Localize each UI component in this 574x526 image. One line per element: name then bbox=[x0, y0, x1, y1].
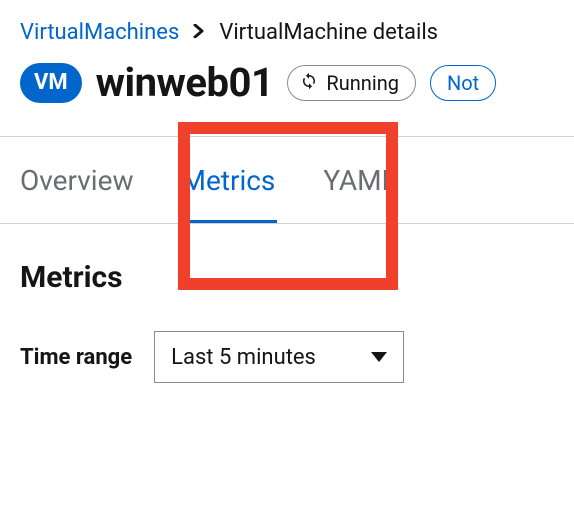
time-range-dropdown[interactable]: Last 5 minutes bbox=[154, 331, 404, 383]
status-text: Running bbox=[326, 71, 399, 95]
breadcrumb-current: VirtualMachine details bbox=[219, 20, 438, 45]
status-badge: Running bbox=[287, 65, 416, 101]
caret-down-icon bbox=[371, 352, 387, 362]
time-range-label: Time range bbox=[20, 345, 132, 370]
breadcrumb-parent-link[interactable]: VirtualMachines bbox=[20, 20, 179, 45]
vm-badge: VM bbox=[20, 63, 82, 103]
page-title: winweb01 bbox=[96, 59, 274, 106]
metrics-section: Metrics Time range Last 5 minutes bbox=[20, 224, 574, 383]
action-pill-partial[interactable]: Not bbox=[430, 65, 496, 101]
tab-overview[interactable]: Overview bbox=[20, 136, 158, 224]
page-header: VM winweb01 Running Not bbox=[20, 59, 574, 106]
section-title: Metrics bbox=[20, 260, 574, 295]
tab-metrics[interactable]: Metrics bbox=[158, 136, 300, 224]
tab-yaml[interactable]: YAML bbox=[299, 136, 420, 224]
tabs: Overview Metrics YAML bbox=[20, 136, 574, 224]
divider bbox=[0, 223, 574, 224]
sync-icon bbox=[300, 71, 318, 95]
time-range-row: Time range Last 5 minutes bbox=[20, 331, 574, 383]
time-range-value: Last 5 minutes bbox=[171, 345, 316, 370]
breadcrumb: VirtualMachines VirtualMachine details bbox=[20, 20, 574, 45]
chevron-right-icon bbox=[193, 22, 205, 43]
